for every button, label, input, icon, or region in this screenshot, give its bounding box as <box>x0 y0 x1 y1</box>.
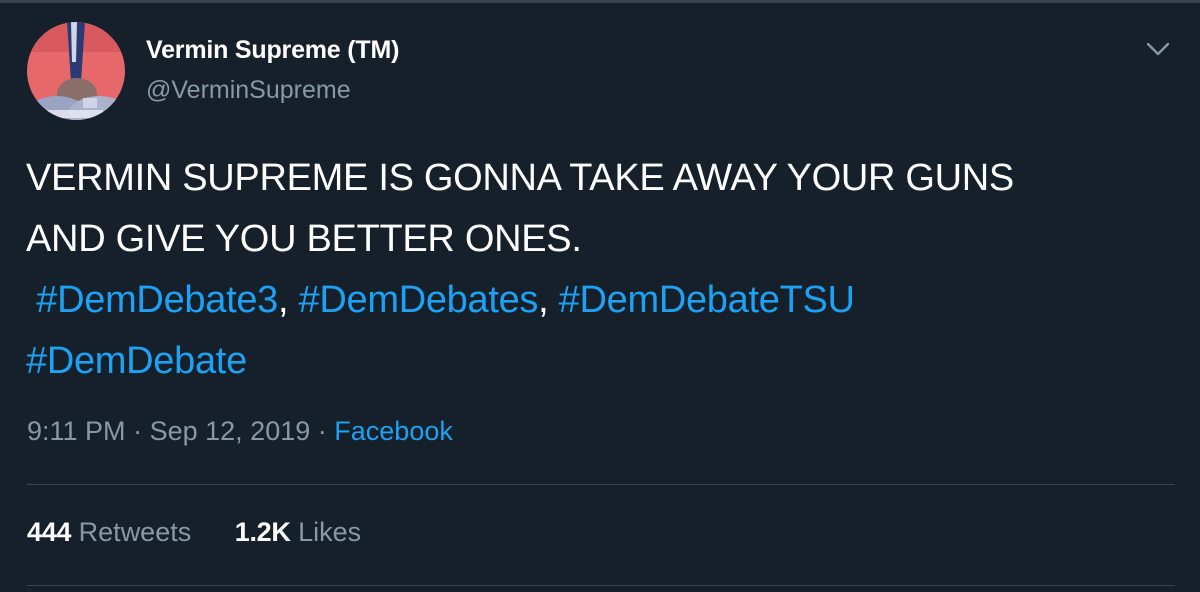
tweet-text-line-1: VERMIN SUPREME IS GONNA TAKE AWAY YOUR G… <box>26 157 1014 199</box>
hashtag-separator: , <box>278 279 289 321</box>
hashtag-link[interactable]: #DemDebate <box>26 340 247 382</box>
likes-label: Likes <box>298 517 362 547</box>
tweet-stats: 444 Retweets 1.2K Likes <box>27 517 397 548</box>
chevron-down-icon[interactable] <box>1144 38 1172 60</box>
tweet-date[interactable]: Sep 12, 2019 <box>150 416 311 446</box>
divider <box>27 484 1175 485</box>
tweet-time[interactable]: 9:11 PM <box>27 416 126 446</box>
divider <box>27 585 1175 586</box>
retweets-stat[interactable]: 444 Retweets <box>27 517 191 548</box>
user-handle[interactable]: @VerminSupreme <box>146 76 351 105</box>
likes-stat[interactable]: 1.2K Likes <box>235 517 361 548</box>
tweet-meta: 9:11 PM · Sep 12, 2019 · Facebook <box>27 416 453 447</box>
hashtag-link[interactable]: #DemDebates <box>299 279 539 321</box>
hashtag-separator: , <box>538 279 549 321</box>
retweets-count: 444 <box>27 517 72 547</box>
avatar-icon <box>27 22 125 120</box>
meta-dot: · <box>133 416 143 446</box>
likes-count: 1.2K <box>234 517 291 547</box>
top-border <box>0 0 1200 3</box>
tweet-text-line-2: AND GIVE YOU BETTER ONES. <box>26 218 582 260</box>
hashtag-line: #DemDebate <box>26 331 1176 392</box>
display-name[interactable]: Vermin Supreme (TM) <box>146 36 399 65</box>
tweet-card: Vermin Supreme (TM) @VerminSupreme VERMI… <box>0 0 1200 592</box>
tweet-source-link[interactable]: Facebook <box>334 416 453 446</box>
hashtag-link[interactable]: #DemDebateTSU <box>559 279 855 321</box>
retweets-label: Retweets <box>78 517 192 547</box>
meta-dot: · <box>317 416 327 446</box>
hashtag-link[interactable]: #DemDebate3 <box>36 279 278 321</box>
avatar[interactable] <box>27 22 125 120</box>
hashtag-line: #DemDebate3, #DemDebates, #DemDebateTSU <box>26 270 1176 331</box>
tweet-text: VERMIN SUPREME IS GONNA TAKE AWAY YOUR G… <box>26 148 1176 392</box>
